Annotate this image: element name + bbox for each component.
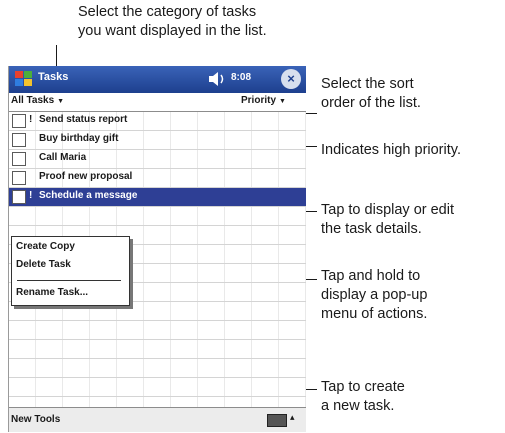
title-bar: Tasks 8:08 × [9, 66, 306, 93]
input-panel-arrow[interactable]: ▴ [290, 412, 295, 423]
filter-bar: All Tasks ▼ Priority ▼ [9, 94, 306, 112]
task-label[interactable]: Schedule a message [39, 190, 137, 201]
high-priority-icon: ! [29, 114, 33, 125]
menu-item-create-copy[interactable]: Create Copy [16, 241, 75, 252]
task-row[interactable]: Call Maria [9, 150, 306, 169]
sort-label: Priority [241, 95, 277, 106]
task-row-selected[interactable]: ! Schedule a message [9, 188, 306, 207]
empty-row [9, 378, 306, 397]
sort-dropdown[interactable]: Priority ▼ [241, 95, 286, 106]
empty-row [9, 207, 306, 226]
triangle-down-icon: ▼ [279, 98, 286, 105]
empty-row [9, 340, 306, 359]
task-label[interactable]: Send status report [39, 114, 127, 125]
menu-item-rename-task[interactable]: Rename Task... [16, 287, 88, 298]
close-icon[interactable]: × [281, 69, 301, 89]
app-title: Tasks [38, 71, 69, 83]
task-checkbox[interactable] [12, 152, 26, 166]
new-tools-menu[interactable]: New Tools [11, 414, 60, 425]
category-dropdown[interactable]: All Tasks ▼ [11, 95, 64, 106]
callout-popup-menu: Tap and hold to display a pop-up menu of… [321, 268, 428, 322]
callout-task-details: Tap to display or edit the task details. [321, 202, 454, 237]
task-checkbox[interactable] [12, 133, 26, 147]
task-checkbox[interactable] [12, 114, 26, 128]
task-row[interactable]: ! Send status report [9, 112, 306, 131]
menu-divider [17, 280, 121, 281]
context-menu: Create Copy Delete Task Rename Task... [11, 236, 130, 306]
empty-row [9, 321, 306, 340]
callout-high-priority: Indicates high priority. [321, 142, 461, 158]
task-checkbox[interactable] [12, 171, 26, 185]
speaker-icon[interactable] [207, 70, 229, 88]
empty-row [9, 359, 306, 378]
keyboard-icon[interactable] [267, 414, 287, 427]
menu-item-delete-task[interactable]: Delete Task [16, 259, 71, 270]
callout-category: Select the category of tasks you want di… [78, 4, 267, 39]
task-row[interactable]: Proof new proposal [9, 169, 306, 188]
task-label[interactable]: Proof new proposal [39, 171, 132, 182]
category-label: All Tasks [11, 95, 55, 106]
menu-bar: New Tools ▴ [9, 407, 306, 432]
pda-screen: Tasks 8:08 × All Tasks ▼ Priority ▼ ! Send… [8, 66, 306, 432]
task-row[interactable]: Buy birthday gift [9, 131, 306, 150]
task-checkbox[interactable] [12, 190, 26, 204]
task-label[interactable]: Buy birthday gift [39, 133, 118, 144]
clock[interactable]: 8:08 [231, 72, 251, 83]
windows-flag-icon[interactable] [14, 70, 34, 89]
task-label[interactable]: Call Maria [39, 152, 86, 163]
callout-sort: Select the sort order of the list. [321, 76, 421, 111]
high-priority-icon: ! [29, 190, 33, 201]
triangle-down-icon: ▼ [57, 98, 65, 105]
callout-new-task: Tap to create a new task. [321, 379, 405, 414]
